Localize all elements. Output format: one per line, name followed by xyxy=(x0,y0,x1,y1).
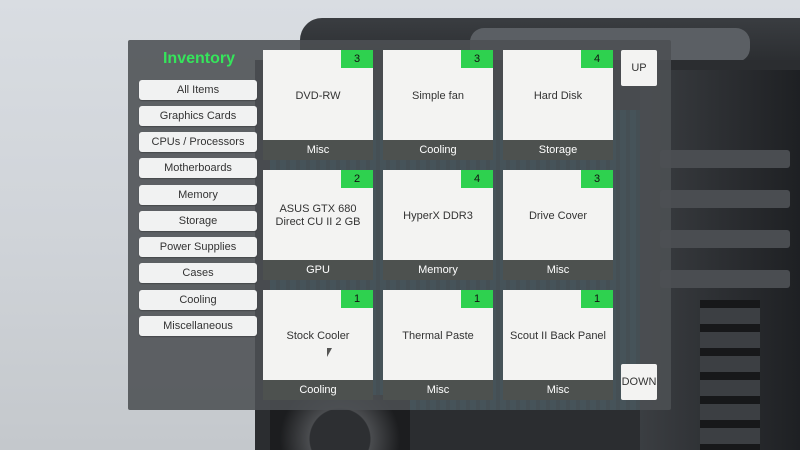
case-vents xyxy=(700,300,760,450)
category-memory[interactable]: Memory xyxy=(139,185,257,205)
category-cooling[interactable]: Cooling xyxy=(139,290,257,310)
item-count-badge: 3 xyxy=(581,170,613,188)
item-type: Misc xyxy=(383,380,493,400)
category-motherboards[interactable]: Motherboards xyxy=(139,158,257,178)
category-miscellaneous[interactable]: Miscellaneous xyxy=(139,316,257,336)
item-type: Memory xyxy=(383,260,493,280)
item-count-badge: 1 xyxy=(461,290,493,308)
category-cpus[interactable]: CPUs / Processors xyxy=(139,132,257,152)
drive-bay xyxy=(660,270,790,288)
item-card[interactable]: HyperX DDR3 Memory 4 xyxy=(383,170,493,280)
category-all-items[interactable]: All Items xyxy=(139,80,257,100)
item-count-badge: 2 xyxy=(341,170,373,188)
item-type: Cooling xyxy=(383,140,493,160)
item-type: Misc xyxy=(503,380,613,400)
category-storage[interactable]: Storage xyxy=(139,211,257,231)
item-count-badge: 3 xyxy=(461,50,493,68)
item-count-badge: 4 xyxy=(461,170,493,188)
category-graphics-cards[interactable]: Graphics Cards xyxy=(139,106,257,126)
item-card[interactable]: Simple fan Cooling 3 xyxy=(383,50,493,160)
item-card[interactable]: Hard Disk Storage 4 xyxy=(503,50,613,160)
item-card[interactable]: Stock Cooler Cooling 1 xyxy=(263,290,373,400)
item-count-badge: 1 xyxy=(581,290,613,308)
drive-bay xyxy=(660,190,790,208)
drive-bay xyxy=(660,150,790,168)
mouse-cursor-icon xyxy=(327,348,332,357)
item-type: GPU xyxy=(263,260,373,280)
item-count-badge: 3 xyxy=(341,50,373,68)
item-count-badge: 1 xyxy=(341,290,373,308)
item-card[interactable]: ASUS GTX 680 Direct CU II 2 GB GPU 2 xyxy=(263,170,373,280)
inventory-title: Inventory xyxy=(162,50,235,67)
drive-bay xyxy=(660,230,790,248)
item-type: Storage xyxy=(503,140,613,160)
item-count-badge: 4 xyxy=(581,50,613,68)
item-card[interactable]: Scout II Back Panel Misc 1 xyxy=(503,290,613,400)
item-type: Cooling xyxy=(263,380,373,400)
item-card[interactable]: Thermal Paste Misc 1 xyxy=(383,290,493,400)
item-type: Misc xyxy=(503,260,613,280)
scroll-down-button[interactable]: DOWN xyxy=(621,364,657,400)
category-power-supplies[interactable]: Power Supplies xyxy=(139,237,257,257)
item-type: Misc xyxy=(263,140,373,160)
scroll-up-button[interactable]: UP xyxy=(621,50,657,86)
item-card[interactable]: Drive Cover Misc 3 xyxy=(503,170,613,280)
category-cases[interactable]: Cases xyxy=(139,263,257,283)
item-card[interactable]: DVD-RW Misc 3 xyxy=(263,50,373,160)
